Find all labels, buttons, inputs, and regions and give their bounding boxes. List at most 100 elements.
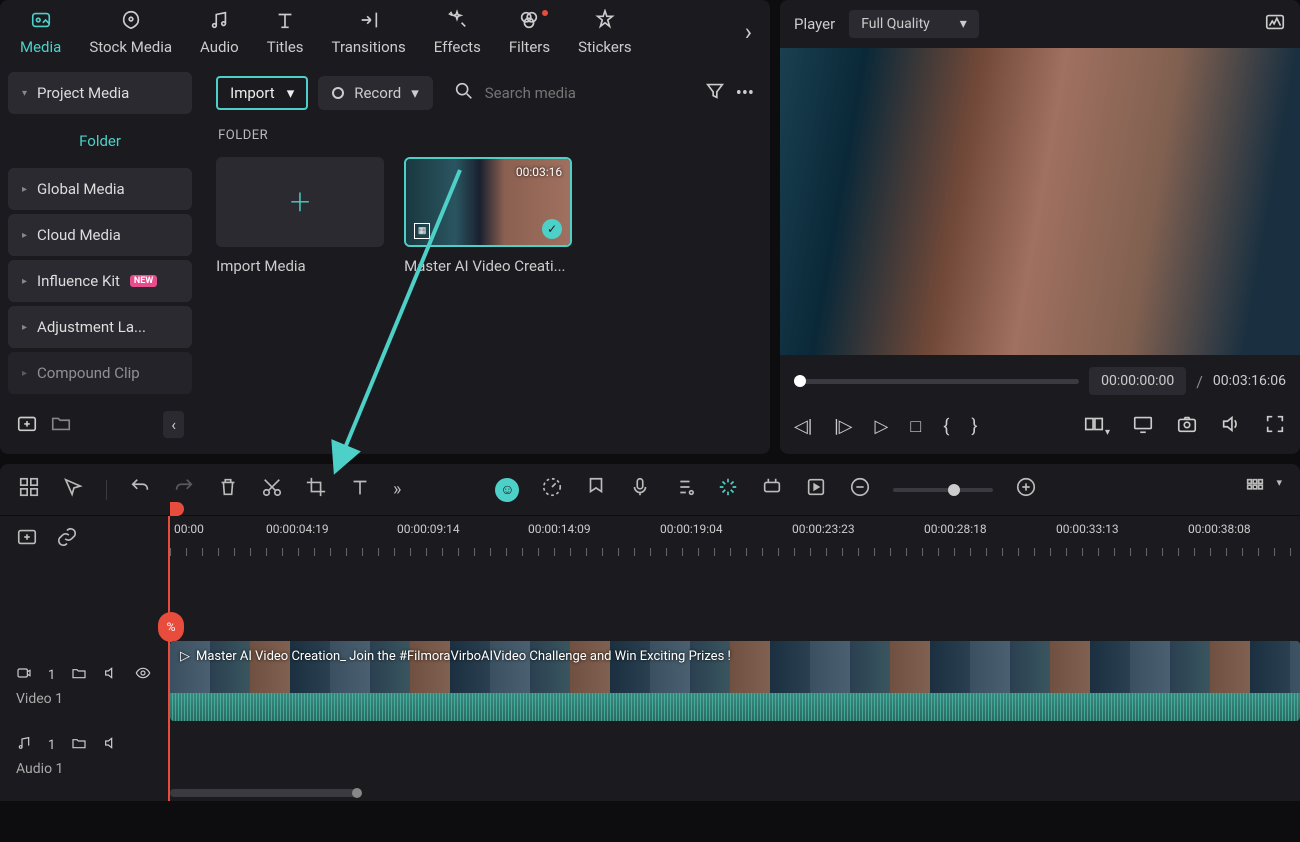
- view-dropdown-icon[interactable]: ▾: [1276, 476, 1282, 503]
- notification-dot: [542, 10, 548, 16]
- media-icon: [30, 8, 52, 32]
- mute-icon[interactable]: [103, 665, 119, 685]
- timeline-scrollbar[interactable]: [170, 789, 360, 797]
- view-list-icon[interactable]: [1244, 476, 1266, 503]
- zoom-slider[interactable]: [893, 488, 993, 492]
- chevron-down-icon: ▾: [22, 88, 27, 99]
- fullscreen-icon[interactable]: [1264, 413, 1286, 440]
- cut-icon[interactable]: [261, 476, 283, 503]
- search-icon[interactable]: [453, 80, 475, 107]
- effects-icon: [446, 8, 468, 32]
- delete-icon[interactable]: [217, 476, 239, 503]
- playhead-icon[interactable]: [170, 502, 184, 516]
- tab-filters[interactable]: Filters: [509, 8, 550, 56]
- sidebar-item-adjustment-layer[interactable]: ▸Adjustment La...: [8, 306, 192, 348]
- undo-icon[interactable]: [129, 476, 151, 503]
- marker-icon[interactable]: [585, 476, 607, 503]
- tab-audio[interactable]: Audio: [200, 8, 239, 56]
- tab-transitions[interactable]: Transitions: [332, 8, 406, 56]
- zoom-handle[interactable]: [948, 484, 960, 496]
- folder-icon[interactable]: [50, 412, 72, 438]
- media-clip-item[interactable]: 00:03:16 ▦ ✓ Master AI Video Creati...: [404, 157, 572, 275]
- filter-icon[interactable]: [704, 80, 726, 107]
- player-scrubber[interactable]: [794, 379, 1079, 384]
- sidebar-item-compound-clip[interactable]: ▸Compound Clip: [8, 352, 192, 394]
- lock-icon[interactable]: [71, 735, 87, 755]
- video-track-icon: [16, 665, 32, 685]
- more-tools-icon[interactable]: »: [393, 479, 401, 500]
- stop-icon[interactable]: □: [910, 416, 921, 437]
- search-input[interactable]: [485, 84, 684, 102]
- stock-icon: [120, 8, 142, 32]
- tabs-more-icon[interactable]: ›: [745, 18, 752, 46]
- display-icon[interactable]: [1132, 413, 1154, 440]
- select-icon[interactable]: [62, 476, 84, 503]
- keyframe-icon[interactable]: [761, 476, 783, 503]
- tab-effects[interactable]: Effects: [434, 8, 481, 56]
- crop-icon[interactable]: [305, 476, 327, 503]
- folder-heading: FOLDER: [216, 124, 754, 157]
- add-track-icon[interactable]: [16, 526, 38, 553]
- audio-track-header[interactable]: 1 Audio 1: [16, 721, 152, 791]
- step-fwd-icon[interactable]: |▷: [834, 416, 852, 437]
- snapshot-icon[interactable]: [1176, 413, 1198, 440]
- video-preview[interactable]: [780, 48, 1300, 355]
- zoom-out-icon[interactable]: [849, 476, 871, 503]
- cut-badge[interactable]: %: [158, 612, 184, 642]
- chevron-down-icon: ▾: [960, 16, 967, 32]
- auto-icon[interactable]: [717, 476, 739, 503]
- quality-dropdown[interactable]: Full Quality▾: [849, 10, 979, 38]
- tab-titles[interactable]: Titles: [267, 8, 304, 56]
- new-folder-icon[interactable]: [16, 412, 38, 438]
- play-icon[interactable]: ▷: [875, 416, 889, 437]
- sidebar-folder-label[interactable]: Folder: [8, 118, 192, 164]
- music-icon[interactable]: [673, 476, 695, 503]
- player-label: Player: [794, 15, 835, 33]
- layout-icon[interactable]: [18, 476, 40, 503]
- new-badge: NEW: [130, 275, 157, 287]
- mark-in-icon[interactable]: {: [943, 416, 949, 437]
- play-icon: ▷: [180, 649, 190, 664]
- link-icon[interactable]: [56, 526, 78, 553]
- ai-icon[interactable]: ☺: [495, 478, 519, 502]
- render-icon[interactable]: [805, 476, 827, 503]
- zoom-in-icon[interactable]: [1015, 476, 1037, 503]
- scrubber-handle[interactable]: [794, 375, 806, 387]
- mark-out-icon[interactable]: }: [971, 416, 977, 437]
- plus-icon: +: [290, 181, 310, 223]
- import-button[interactable]: Import▾: [216, 76, 308, 110]
- import-media-tile[interactable]: + Import Media: [216, 157, 384, 275]
- record-button[interactable]: Record▾: [318, 76, 433, 110]
- media-sidebar: ▾Project Media Folder ▸Global Media ▸Clo…: [0, 64, 200, 454]
- more-icon[interactable]: •••: [736, 83, 754, 104]
- tab-stickers[interactable]: Stickers: [578, 8, 632, 56]
- volume-icon[interactable]: [1220, 413, 1242, 440]
- titles-icon: [274, 8, 296, 32]
- tab-stock-media[interactable]: Stock Media: [89, 8, 172, 56]
- mute-icon[interactable]: [103, 735, 119, 755]
- text-icon[interactable]: [349, 476, 371, 503]
- compare-icon[interactable]: ▾: [1083, 413, 1110, 440]
- mic-icon[interactable]: [629, 476, 651, 503]
- sidebar-item-project-media[interactable]: ▾Project Media: [8, 72, 192, 114]
- scope-icon[interactable]: [1264, 11, 1286, 37]
- eye-icon[interactable]: [135, 665, 151, 685]
- clip-type-icon: ▦: [414, 223, 430, 239]
- collapse-sidebar-icon[interactable]: ‹: [163, 411, 184, 438]
- sidebar-item-influence-kit[interactable]: ▸Influence KitNEW: [8, 260, 192, 302]
- tab-media[interactable]: Media: [20, 8, 61, 56]
- clip-duration: 00:03:16: [516, 165, 562, 179]
- sidebar-item-cloud-media[interactable]: ▸Cloud Media: [8, 214, 192, 256]
- lock-icon[interactable]: [71, 665, 87, 685]
- player-time-bar: 00:00:00:00 / 00:03:16:06: [780, 355, 1300, 407]
- speed-icon[interactable]: [541, 476, 563, 503]
- sidebar-item-global-media[interactable]: ▸Global Media: [8, 168, 192, 210]
- prev-frame-icon[interactable]: ◁|: [794, 416, 812, 437]
- checkmark-icon: ✓: [542, 219, 562, 239]
- chevron-right-icon: ▸: [22, 230, 27, 241]
- video-track-header[interactable]: 1 Video 1: [16, 651, 152, 721]
- redo-icon[interactable]: [173, 476, 195, 503]
- audio-track-icon: [16, 735, 32, 755]
- video-clip[interactable]: ▷Master AI Video Creation_ Join the #Fil…: [170, 641, 1300, 721]
- timeline-ruler[interactable]: 00:00 00:00:04:19 00:00:09:14 00:00:14:0…: [170, 516, 1300, 566]
